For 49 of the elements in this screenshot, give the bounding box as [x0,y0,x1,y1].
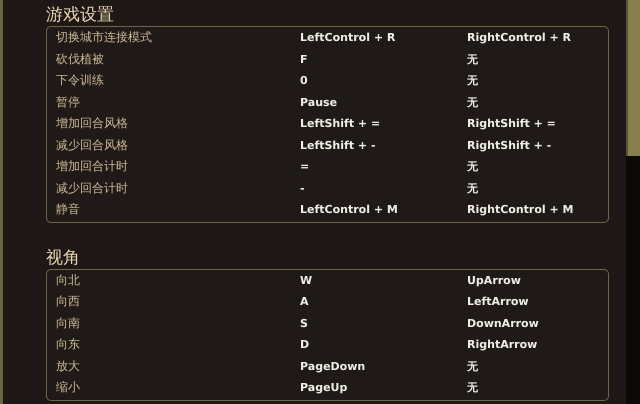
alternate-key-binding[interactable]: 无 [467,73,478,88]
action-label: 减少回合风格 [56,136,128,154]
action-label: 切换城市连接模式 [56,29,152,46]
alternate-key-binding[interactable]: DownArrow [467,316,539,330]
action-label: 减少回合计时 [56,180,128,197]
action-label: 增加回合风格 [56,115,128,132]
alternate-key-binding[interactable]: 无 [467,159,478,174]
alternate-key-binding[interactable]: RightShift + - [467,138,552,152]
alternate-key-binding[interactable]: 无 [467,52,478,67]
section-title: 视角 [46,246,80,268]
key-binding[interactable]: LeftControl + M [300,203,398,216]
action-label: 向北 [56,272,80,289]
scrollbar[interactable] [626,0,640,404]
section-title: 游戏设置 [46,4,114,26]
key-binding[interactable]: W [300,274,312,287]
action-label: 放大 [56,358,80,375]
alternate-key-binding[interactable]: 无 [467,94,478,110]
action-label: 增加回合计时 [56,158,128,176]
action-label: 向南 [56,314,80,332]
alternate-key-binding[interactable]: 无 [467,358,478,374]
key-binding[interactable]: LeftControl + R [300,31,396,44]
action-label: 暂停 [56,94,80,111]
key-binding[interactable]: PageDown [300,360,366,373]
alternate-key-binding[interactable]: RightShift + = [467,117,556,130]
key-binding[interactable]: = [300,160,310,174]
scrollbar-thumb[interactable] [626,0,640,156]
key-binding[interactable]: PageUp [300,381,348,394]
action-label: 下令训练 [56,72,104,90]
key-binding[interactable]: 0 [300,74,308,88]
action-label: 静音 [56,201,80,218]
key-binding[interactable]: - [300,182,305,195]
key-binding[interactable]: D [300,338,310,352]
action-label: 向东 [56,336,80,354]
alternate-key-binding[interactable]: RightArrow [467,338,538,352]
key-binding[interactable]: LeftShift + - [300,138,376,152]
alternate-key-binding[interactable]: 无 [467,180,478,196]
key-binding[interactable]: S [300,316,308,330]
alternate-key-binding[interactable]: LeftArrow [467,295,529,308]
alternate-key-binding[interactable]: 无 [467,380,478,396]
key-binding[interactable]: F [300,52,308,66]
alternate-key-binding[interactable]: RightControl + M [467,203,574,216]
key-binding[interactable]: Pause [300,96,338,109]
key-binding[interactable]: LeftShift + = [300,117,380,130]
alternate-key-binding[interactable]: UpArrow [467,274,521,287]
alternate-key-binding[interactable]: RightControl + R [467,31,572,44]
action-label: 向西 [56,293,80,310]
action-label: 缩小 [56,379,80,396]
key-binding[interactable]: A [300,295,309,308]
action-label: 砍伐植被 [56,50,104,68]
